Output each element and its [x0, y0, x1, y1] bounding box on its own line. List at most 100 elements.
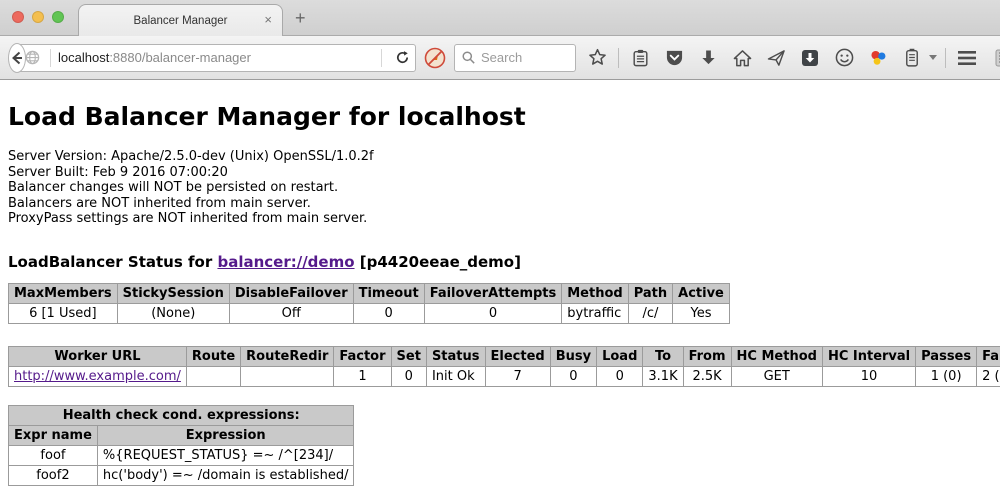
col-fails: Fails	[977, 346, 1000, 366]
persist-notice-line: Balancer changes will NOT be persisted o…	[8, 180, 992, 196]
downloads-button[interactable]	[695, 44, 721, 72]
tab-title: Balancer Manager	[134, 15, 228, 27]
toolbar-separator2	[945, 48, 946, 68]
cell-expression: hc('body') =~ /domain is established/	[97, 465, 354, 485]
battery-extension-button[interactable]	[899, 44, 925, 72]
cell-hc-interval: 10	[822, 366, 915, 386]
table-header-row: Expr name Expression	[9, 425, 354, 445]
window-controls	[12, 11, 64, 23]
extension-download-button[interactable]	[797, 44, 823, 72]
hamburger-menu-icon	[957, 50, 977, 66]
toolbar-separator	[618, 48, 619, 68]
table-header-row: Worker URL Route RouteRedir Factor Set S…	[9, 346, 1000, 366]
back-button[interactable]	[8, 43, 26, 73]
reload-icon	[395, 50, 410, 65]
health-table-title: Health check cond. expressions:	[9, 405, 354, 425]
loadbalancer-status-heading: LoadBalancer Status for balancer://demo …	[8, 253, 992, 271]
page-title: Load Balancer Manager for localhost	[8, 102, 992, 131]
tab-balancer-manager[interactable]: Balancer Manager ×	[78, 4, 283, 36]
block-icon[interactable]	[424, 47, 446, 69]
search-input[interactable]: Search	[454, 44, 576, 72]
send-icon	[767, 49, 786, 67]
url-bar[interactable]: localhost:8880/balancer-manager	[16, 44, 416, 72]
dropdown-caret-icon[interactable]	[929, 55, 937, 60]
col-elected: Elected	[485, 346, 550, 366]
worker-url-link[interactable]: http://www.example.com/	[14, 369, 181, 384]
cell-factor: 1	[334, 366, 391, 386]
cell-route	[186, 366, 240, 386]
col-to: To	[643, 346, 683, 366]
minimize-window-button[interactable]	[32, 11, 44, 23]
cell-stickysession: (None)	[117, 303, 229, 323]
page-content: Load Balancer Manager for localhost Serv…	[0, 80, 1000, 491]
browser-chrome: Balancer Manager × + localhost:8880/bala…	[0, 0, 1000, 80]
col-active: Active	[673, 283, 730, 303]
menu-button[interactable]	[954, 44, 980, 72]
color-dots-icon	[869, 48, 888, 67]
url-host-text: localhost	[58, 50, 109, 65]
col-timeout: Timeout	[353, 283, 424, 303]
col-set: Set	[391, 346, 426, 366]
inherit-notice-line: Balancers are NOT inherited from main se…	[8, 196, 992, 212]
new-tab-button[interactable]: +	[295, 8, 306, 29]
cell-fails: 2 (0)	[977, 366, 1000, 386]
cell-failoverattempts: 0	[424, 303, 562, 323]
pocket-button[interactable]	[661, 44, 687, 72]
zoom-window-button[interactable]	[52, 11, 64, 23]
col-hc-interval: HC Interval	[822, 346, 915, 366]
table-title-row: Health check cond. expressions:	[9, 405, 354, 425]
send-tab-button[interactable]	[763, 44, 789, 72]
clipboard-icon	[632, 49, 649, 67]
navigation-toolbar: localhost:8880/balancer-manager	[0, 36, 1000, 80]
col-factor: Factor	[334, 346, 391, 366]
cell-busy: 0	[550, 366, 596, 386]
tab-close-icon[interactable]: ×	[264, 13, 272, 27]
col-hc-method: HC Method	[731, 346, 822, 366]
url-path-text: :8880/balancer-manager	[109, 50, 251, 65]
cell-path: /c/	[628, 303, 672, 323]
col-worker-url: Worker URL	[9, 346, 187, 366]
col-passes: Passes	[916, 346, 977, 366]
color-dots-extension-button[interactable]	[865, 44, 891, 72]
table-row: http://www.example.com/ 1 0 Init Ok 7 0 …	[9, 366, 1000, 386]
reload-button[interactable]	[389, 44, 415, 72]
tab-bar: Balancer Manager × +	[0, 0, 1000, 36]
col-status: Status	[426, 346, 485, 366]
col-load: Load	[597, 346, 643, 366]
balancer-demo-link[interactable]: balancer://demo	[217, 253, 354, 271]
col-routeredir: RouteRedir	[241, 346, 334, 366]
tiles-button[interactable]	[992, 44, 1000, 72]
urlbar-separator2	[381, 49, 382, 67]
battery-icon	[905, 48, 919, 67]
col-expression: Expression	[97, 425, 354, 445]
cell-timeout: 0	[353, 303, 424, 323]
status-prefix: LoadBalancer Status for	[8, 253, 217, 271]
server-info: Server Version: Apache/2.5.0-dev (Unix) …	[8, 149, 992, 227]
col-route: Route	[186, 346, 240, 366]
cell-active: Yes	[673, 303, 730, 323]
cell-load: 0	[597, 366, 643, 386]
smiley-extension-button[interactable]	[831, 44, 857, 72]
pocket-icon	[665, 49, 684, 67]
download-icon	[700, 49, 717, 67]
table-header-row: MaxMembers StickySession DisableFailover…	[9, 283, 730, 303]
smiley-icon	[835, 48, 854, 67]
table-row: 6 [1 Used] (None) Off 0 0 bytraffic /c/ …	[9, 303, 730, 323]
cell-elected: 7	[485, 366, 550, 386]
square-download-icon	[801, 49, 819, 67]
col-maxmembers: MaxMembers	[9, 283, 118, 303]
cell-disablefailover: Off	[229, 303, 353, 323]
server-version-line: Server Version: Apache/2.5.0-dev (Unix) …	[8, 149, 992, 165]
bookmark-button[interactable]	[584, 44, 610, 72]
table-row: foof %{REQUEST_STATUS} =~ /^[234]/	[9, 445, 354, 465]
close-window-button[interactable]	[12, 11, 24, 23]
col-method: Method	[562, 283, 628, 303]
cell-expression: %{REQUEST_STATUS} =~ /^[234]/	[97, 445, 354, 465]
col-stickysession: StickySession	[117, 283, 229, 303]
cell-method: bytraffic	[562, 303, 628, 323]
reading-list-button[interactable]	[627, 44, 653, 72]
bookmark-star-icon	[588, 48, 607, 67]
home-button[interactable]	[729, 44, 755, 72]
cell-status: Init Ok	[426, 366, 485, 386]
home-icon	[733, 49, 752, 67]
